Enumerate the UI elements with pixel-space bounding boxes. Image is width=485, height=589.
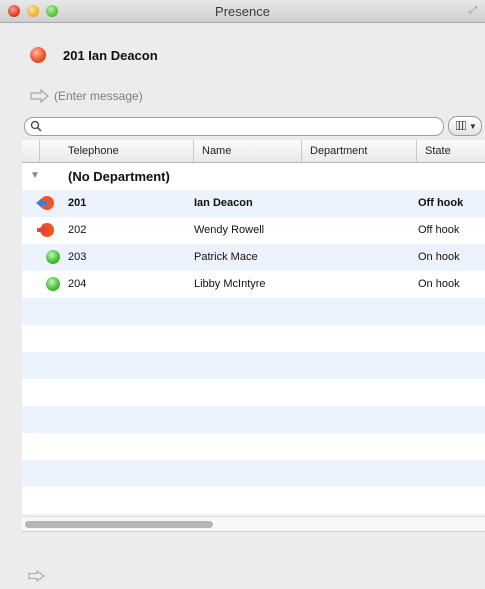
column-header-expand[interactable] — [22, 140, 39, 162]
call-incoming-icon — [37, 223, 54, 237]
table-row[interactable]: 201 Ian Deacon Off hook — [22, 190, 485, 217]
empty-row — [22, 379, 485, 406]
name-cell: Wendy Rowell — [194, 224, 265, 236]
table-row[interactable]: 203 Patrick Mace On hook — [22, 244, 485, 271]
telephone-cell: 202 — [68, 224, 87, 236]
title-bar: Presence ⤢ — [0, 0, 485, 23]
search-field[interactable] — [24, 117, 444, 136]
send-message-icon[interactable] — [28, 570, 46, 582]
search-icon — [30, 120, 42, 132]
user-name: 201 Ian Deacon — [63, 48, 158, 63]
state-cell: Off hook — [418, 197, 464, 209]
name-cell: Patrick Mace — [194, 251, 258, 263]
presence-table: Telephone Name Department State ▼ (No De… — [22, 140, 485, 516]
telephone-cell: 201 — [68, 197, 87, 209]
presence-window: Presence ⤢ 201 Ian Deacon (Enter message… — [0, 0, 485, 589]
available-icon — [46, 277, 60, 291]
horizontal-scrollbar[interactable] — [22, 516, 485, 531]
empty-row — [22, 406, 485, 433]
fullscreen-icon[interactable]: ⤢ — [469, 6, 479, 16]
window-title: Presence — [215, 4, 270, 19]
disclosure-triangle-icon[interactable]: ▼ — [30, 170, 40, 181]
telephone-cell: 204 — [68, 278, 87, 290]
group-row[interactable]: ▼ (No Department) — [22, 163, 485, 190]
column-header-department[interactable]: Department — [301, 140, 416, 162]
group-label: (No Department) — [68, 169, 170, 184]
status-message-input[interactable]: (Enter message) — [54, 89, 143, 103]
empty-row — [22, 352, 485, 379]
scrollbar-thumb[interactable] — [25, 521, 213, 528]
name-cell: Libby McIntyre — [194, 278, 266, 290]
table-row[interactable]: 202 Wendy Rowell Off hook — [22, 217, 485, 244]
table-header: Telephone Name Department State — [22, 140, 485, 163]
call-outgoing-icon — [36, 196, 54, 210]
column-chooser-button[interactable]: ▼ — [448, 116, 482, 136]
state-cell: On hook — [418, 251, 460, 263]
column-header-state[interactable]: State — [416, 140, 485, 162]
chevron-down-icon: ▼ — [469, 122, 477, 131]
message-arrow-icon — [30, 89, 49, 103]
empty-row — [22, 298, 485, 325]
table-row[interactable]: 204 Libby McIntyre On hook — [22, 271, 485, 298]
empty-row — [22, 487, 485, 514]
available-icon — [46, 250, 60, 264]
state-cell: On hook — [418, 278, 460, 290]
name-cell: Ian Deacon — [194, 197, 253, 209]
column-header-telephone[interactable]: Telephone — [39, 140, 193, 162]
empty-row — [22, 325, 485, 352]
user-status-icon[interactable] — [30, 47, 46, 63]
empty-row — [22, 460, 485, 487]
bottom-panel — [22, 532, 485, 589]
empty-row — [22, 433, 485, 460]
columns-icon — [456, 121, 466, 130]
column-header-name[interactable]: Name — [193, 140, 301, 162]
state-cell: Off hook — [418, 224, 460, 236]
telephone-cell: 203 — [68, 251, 87, 263]
